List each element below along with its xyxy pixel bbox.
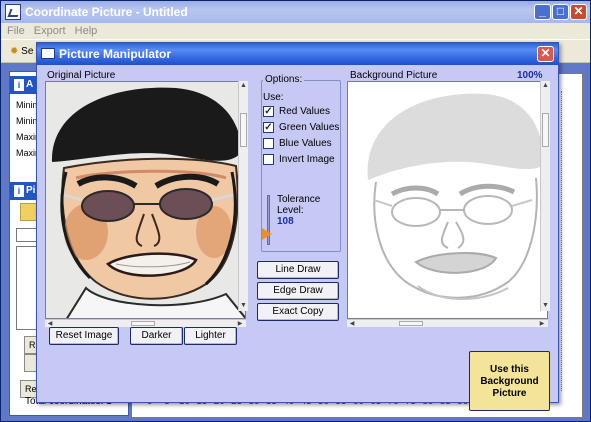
scroll-down-icon[interactable]: ▼ bbox=[239, 301, 248, 311]
background-picture-label: Background Picture bbox=[350, 70, 438, 81]
scroll-thumb[interactable] bbox=[399, 321, 423, 326]
background-horizontal-scrollbar[interactable]: ◀ ▶ bbox=[347, 319, 548, 327]
blue-values-label: Blue Values bbox=[279, 138, 332, 149]
original-picture[interactable] bbox=[45, 81, 246, 319]
red-values-label: Red Values bbox=[279, 106, 330, 117]
scroll-right-icon[interactable]: ▶ bbox=[537, 320, 547, 328]
gear-icon: ✹ bbox=[10, 46, 19, 57]
edge-draw-button[interactable]: Edge Draw bbox=[257, 282, 339, 300]
original-picture-label: Original Picture bbox=[47, 70, 116, 81]
dialog-title: Picture Manipulator bbox=[59, 47, 172, 61]
maximize-button[interactable]: □ bbox=[552, 4, 569, 20]
ruler-edge bbox=[561, 91, 573, 391]
checkbox-empty-icon[interactable] bbox=[263, 138, 274, 149]
close-button[interactable]: ✕ bbox=[570, 4, 587, 20]
tolerance-label: Tolerance Level: bbox=[277, 194, 320, 216]
tolerance-label-line1: Tolerance bbox=[277, 194, 321, 205]
scroll-thumb[interactable] bbox=[240, 113, 247, 147]
use-background-line1: Use this bbox=[490, 364, 529, 375]
darker-button[interactable]: Darker bbox=[130, 327, 183, 345]
scroll-up-icon[interactable]: ▲ bbox=[239, 81, 248, 91]
invert-image-label: Invert Image bbox=[279, 154, 335, 165]
dialog-body: Original Picture Background Picture 100% bbox=[37, 65, 558, 411]
app-icon bbox=[5, 4, 21, 20]
menu-help[interactable]: Help bbox=[75, 23, 98, 39]
window-icon bbox=[41, 48, 55, 59]
line-draw-button[interactable]: Line Draw bbox=[257, 261, 339, 279]
dialog-close-button[interactable]: ✕ bbox=[537, 46, 554, 62]
checkbox-checked-icon[interactable]: ✓ bbox=[263, 106, 274, 117]
settings-button-label: Se bbox=[21, 46, 34, 57]
options-label: Options: bbox=[263, 74, 305, 85]
original-horizontal-scrollbar[interactable]: ◀ ▶ bbox=[45, 319, 246, 327]
use-background-line2: Background bbox=[480, 376, 539, 387]
scroll-thumb[interactable] bbox=[542, 113, 549, 147]
use-background-line3: Picture bbox=[492, 388, 527, 399]
tolerance-value: 108 bbox=[277, 216, 294, 227]
use-background-picture-button[interactable]: Use this Background Picture bbox=[469, 351, 550, 411]
lighter-button[interactable]: Lighter bbox=[184, 327, 237, 345]
background-vertical-scrollbar[interactable]: ▲ ▼ bbox=[540, 81, 550, 311]
menu-export[interactable]: Export bbox=[34, 23, 66, 39]
menu-file[interactable]: File bbox=[7, 23, 25, 39]
main-titlebar[interactable]: Coordinate Picture - Untitled _ □ ✕ bbox=[1, 1, 590, 23]
tolerance-label-line2: Level: bbox=[277, 205, 304, 216]
scroll-thumb[interactable] bbox=[131, 321, 155, 326]
caricature-color-image bbox=[46, 82, 245, 318]
exact-copy-button[interactable]: Exact Copy bbox=[257, 303, 339, 321]
minimize-button[interactable]: _ bbox=[534, 4, 551, 20]
caricature-line-image bbox=[348, 82, 547, 318]
main-window-title: Coordinate Picture - Untitled bbox=[25, 5, 188, 19]
menu-bar: File Export Help bbox=[1, 23, 590, 39]
picture-manipulator-dialog: Picture Manipulator ✕ Original Picture B… bbox=[36, 42, 559, 411]
zoom-level: 100% bbox=[517, 70, 543, 81]
checkbox-checked-icon[interactable]: ✓ bbox=[263, 122, 274, 133]
scroll-up-icon[interactable]: ▲ bbox=[541, 81, 550, 91]
scroll-left-icon[interactable]: ◀ bbox=[347, 320, 357, 328]
scroll-down-icon[interactable]: ▼ bbox=[541, 301, 550, 311]
background-picture[interactable] bbox=[347, 81, 548, 319]
green-values-label: Green Values bbox=[279, 122, 340, 133]
checkbox-empty-icon[interactable] bbox=[263, 154, 274, 165]
tolerance-slider-thumb[interactable] bbox=[262, 228, 272, 240]
dialog-titlebar[interactable]: Picture Manipulator ✕ bbox=[37, 43, 558, 65]
use-label: Use: bbox=[263, 92, 284, 103]
original-vertical-scrollbar[interactable]: ▲ ▼ bbox=[238, 81, 248, 311]
reset-image-button[interactable]: Reset Image bbox=[49, 327, 119, 345]
